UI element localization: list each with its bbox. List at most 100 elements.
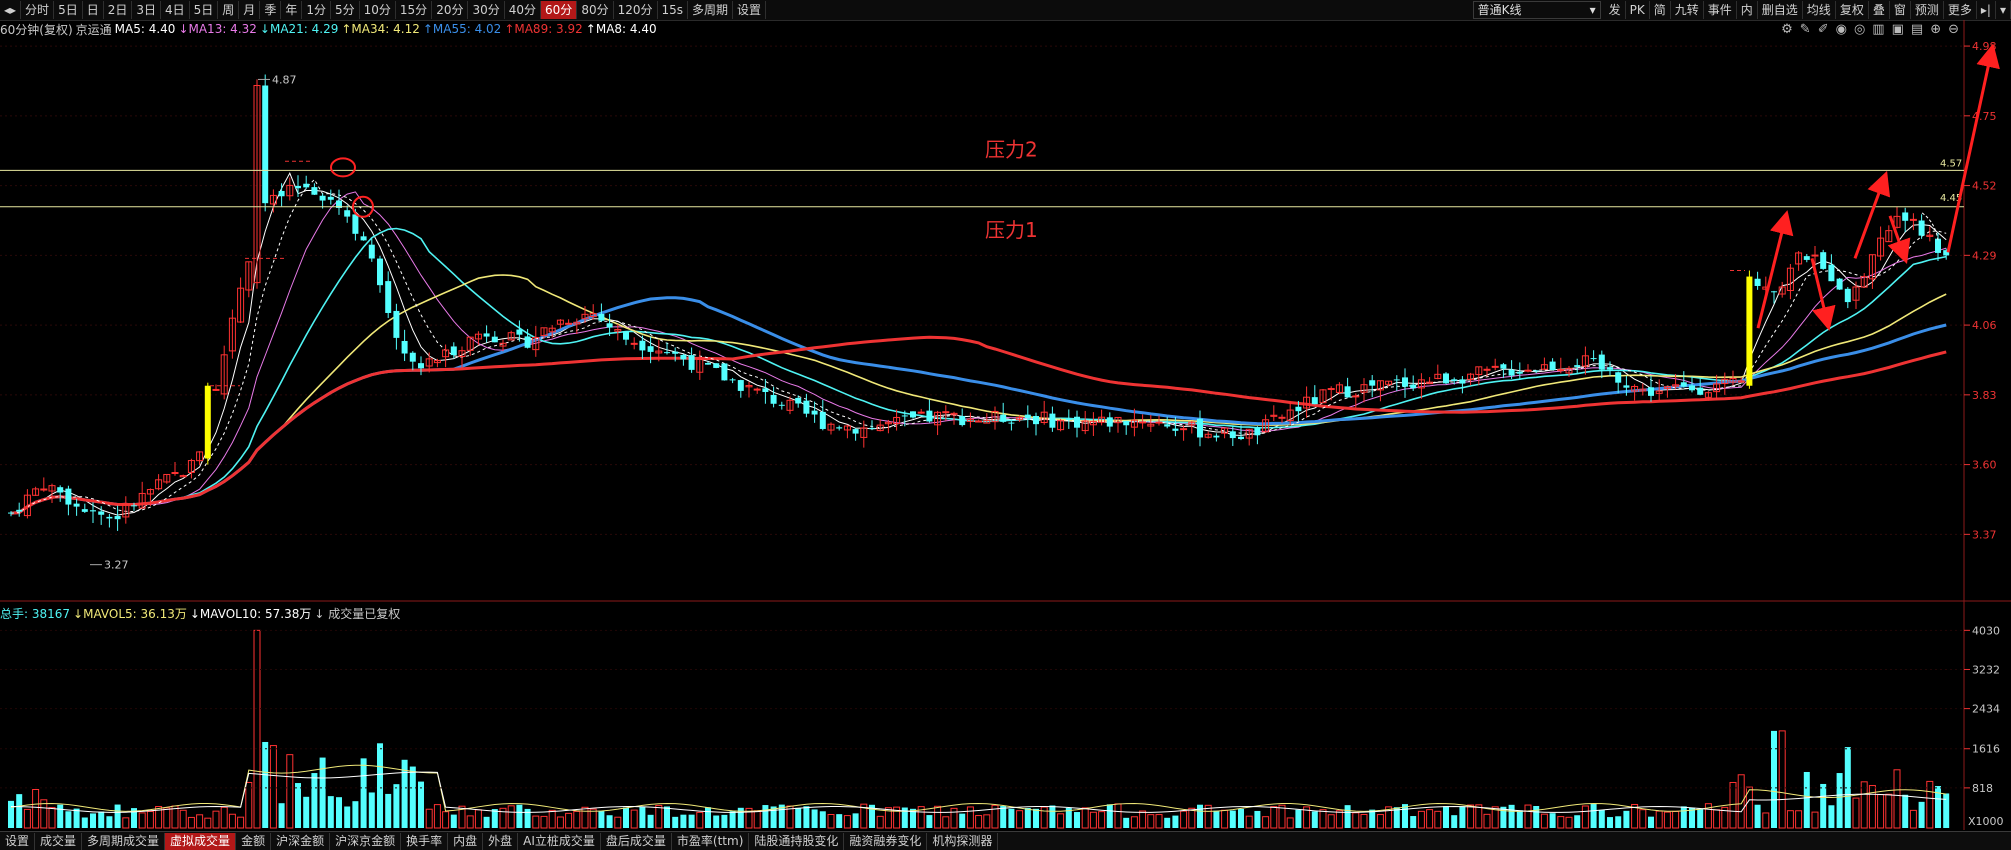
candle-body-140 [1155,421,1163,424]
candle-body-77 [639,340,646,351]
vol-tick-3: 1616 [1972,743,2000,756]
candle-body-197 [1623,385,1630,388]
indicator-tab-2[interactable]: 多周期成交量 [82,832,166,850]
indicator-tab-3[interactable]: 虚拟成交量 [165,832,237,850]
volume-bar-150 [1238,808,1244,828]
candle-47 [393,303,400,350]
candle-body-63 [524,336,531,348]
candle-body-166 [1369,380,1376,386]
candle-body-94 [778,404,785,406]
candle-body-116 [959,416,966,426]
indicator-tab-4[interactable]: 金额 [236,832,272,850]
candle-50 [418,356,424,376]
candle-body-196 [1615,372,1622,383]
candle-84 [696,350,704,380]
indicator-tab-7[interactable]: 换手率 [401,832,449,850]
indicator-tab-11[interactable]: 盘后成交量 [601,832,672,850]
candle-body-129 [1065,418,1072,420]
candle-134 [1106,412,1113,433]
candle-body-184 [1516,371,1523,374]
candle-125 [1033,412,1039,436]
candle-body-122 [1008,422,1015,424]
candle-body-161 [1327,388,1335,391]
candle-body-31 [262,85,269,204]
volume-bar-232 [1909,809,1917,829]
candle-body-49 [409,352,416,362]
candle-189 [1557,357,1565,374]
indicator-tab-0[interactable]: 设置 [0,832,36,850]
volume-bar-171 [1410,816,1417,828]
volume-bar-130 [1074,812,1080,828]
volume-bar-25 [212,810,220,829]
ma-line-8 [10,178,1947,514]
candle-175 [1443,372,1449,385]
volume-bar-80 [664,806,670,828]
volume-bar-164 [1352,812,1360,829]
candle-152 [1254,426,1261,445]
indicator-tab-15[interactable]: 机构探测器 [927,832,999,850]
volume-bar-163 [1344,805,1351,828]
indicator-tab-14[interactable]: 融资融券变化 [844,832,928,850]
candle-133 [1098,409,1106,426]
candle-124 [1024,405,1031,428]
candle-26 [220,345,228,400]
volume-bar-86 [713,815,720,828]
volume-bar-10 [90,813,96,828]
volume-bar-128 [1057,813,1065,829]
volume-legend: 总手: 38167 ↓MAVOL5: 36.13万 ↓MAVOL10: 57.38万… [0,605,406,621]
volume-bar-53 [442,811,450,829]
candle-body-118 [975,420,983,423]
indicator-tab-1[interactable]: 成交量 [35,832,83,850]
candle-body-33 [278,190,285,197]
volume-legend-items: 总手: 38167 ↓MAVOL5: 36.13万 ↓MAVOL10: 57.38万… [0,605,403,622]
indicator-tab-10[interactable]: AI立桩成交量 [518,832,601,850]
volume-bar-200 [1648,816,1654,828]
candle-99 [819,399,826,431]
candle-102 [843,424,851,439]
candle-body-0 [8,512,14,514]
candle-body-62 [516,329,523,335]
kline-chart[interactable]: 4.984.754.524.294.063.833.603.37 4030323… [0,0,2011,849]
candle-body-193 [1590,358,1597,360]
candle-219 [1803,253,1810,263]
indicator-tab-5[interactable]: 沪深金额 [271,832,331,850]
candle-194 [1598,350,1605,379]
volume-bar-183 [1508,804,1515,828]
candle-148 [1221,427,1229,439]
candle-body-111 [917,411,925,414]
volume-bar-210 [1729,781,1737,829]
candle-103 [852,427,859,441]
candle-168 [1385,380,1393,387]
candle-body-83 [688,355,695,370]
pressure2-label: 压力2 [985,137,1038,161]
candle-44 [368,238,375,262]
candle-body-233 [1918,220,1925,236]
indicator-tab-12[interactable]: 市盈率(ttm) [672,832,750,850]
candle-212 [1746,270,1753,389]
candle-224 [1844,287,1851,309]
candle-body-222 [1828,264,1835,282]
candle-body-191 [1574,365,1581,367]
candle-body-72 [598,314,605,321]
candle-body-147 [1213,435,1220,438]
candle-body-9 [81,509,88,512]
volume-bar-3 [32,789,40,829]
volume-legend-item-0: 总手: 38167 [0,606,71,621]
volume-bar-26 [220,806,228,829]
indicator-tab-9[interactable]: 外盘 [483,832,519,850]
volume-bar-31 [262,741,269,828]
volume-bar-88 [729,811,736,828]
indicator-tab-13[interactable]: 陆股通持股变化 [749,832,845,850]
candle-31 [262,74,269,212]
volume-bar-81 [672,816,679,828]
candle-body-219 [1803,256,1810,260]
volume-bar-221 [1820,783,1827,828]
candle-18 [155,474,163,491]
indicator-tab-8[interactable]: 内盘 [448,832,484,850]
volume-bar-140 [1155,814,1163,829]
volume-bar-91 [753,810,761,829]
candle-body-127 [1049,413,1056,428]
volume-bar-197 [1623,810,1630,828]
volume-legend-item-2: ↓MAVOL10: 57.38万 [189,606,312,621]
indicator-tab-6[interactable]: 沪深京金额 [330,832,402,850]
